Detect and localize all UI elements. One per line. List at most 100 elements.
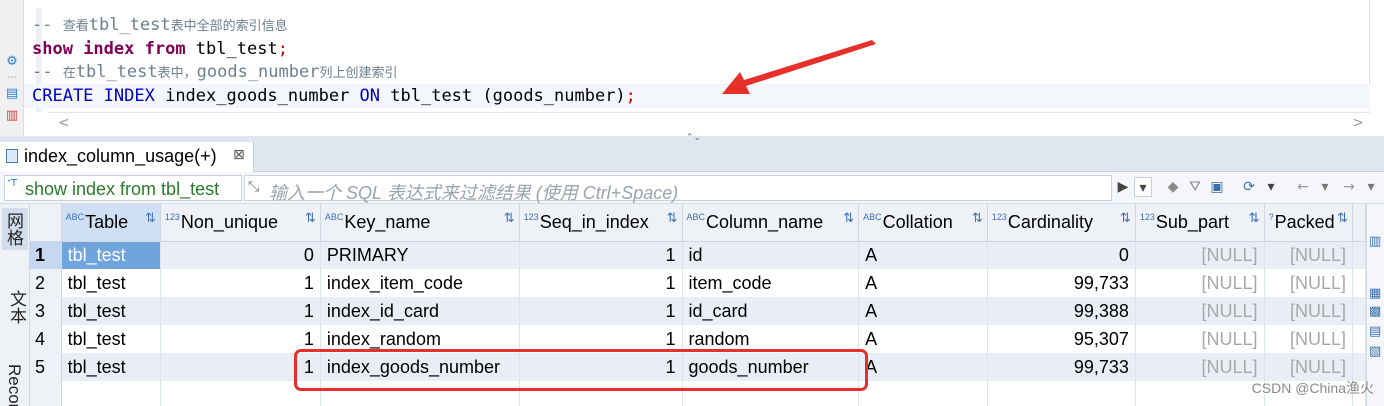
cell-sub-part[interactable]: [NULL] xyxy=(1135,353,1265,381)
cell-packed[interactable]: [NULL] xyxy=(1264,297,1354,325)
cell-table[interactable]: tbl_test xyxy=(61,353,161,381)
column-header-non-unique[interactable]: 123Non_unique ⇅ xyxy=(160,204,321,242)
tab-grid[interactable]: 网格 xyxy=(2,208,28,250)
table-row[interactable]: 3 tbl_test 1 index_id_card 1 id_card A 99,388 [N… xyxy=(30,297,1366,325)
table-row[interactable]: 5 tbl_test 1 index_goods_number 1 goods_numbe… xyxy=(30,353,1366,381)
filter-input[interactable]: ⤡ 输入一个 SQL 表达式来过滤结果 (使用 Ctrl+Space) xyxy=(244,175,1112,203)
row-number[interactable]: 2 xyxy=(30,269,62,297)
panel-value-icon[interactable]: ▤ xyxy=(1369,324,1381,339)
code-line-4[interactable]: CREATE INDEX index_goods_number ON tbl_t… xyxy=(32,85,636,109)
apply-filter-icon[interactable]: ▶ xyxy=(1114,177,1132,197)
row-number[interactable]: 1 xyxy=(30,241,62,269)
execute-script-icon[interactable]: ▤ xyxy=(4,86,20,102)
forward-icon[interactable]: → xyxy=(1340,177,1358,197)
column-header-packed[interactable]: ?Packed ⇅ xyxy=(1264,204,1354,242)
row-number[interactable]: 4 xyxy=(30,325,62,353)
filter-settings-icon[interactable]: ⛛ xyxy=(1186,177,1204,197)
cell-non-unique[interactable]: 1 xyxy=(160,325,321,353)
row-number[interactable]: 3 xyxy=(30,297,62,325)
column-header-table[interactable]: ABCTable ⇅ xyxy=(61,204,161,242)
save-filter-icon[interactable]: ▣ xyxy=(1208,177,1226,197)
scroll-right-icon[interactable]: > xyxy=(1352,115,1364,131)
scroll-left-icon[interactable]: < xyxy=(58,115,70,131)
row-number[interactable]: 5 xyxy=(30,353,62,381)
refresh-dropdown-icon[interactable]: ▾ xyxy=(1262,177,1280,197)
cell-table[interactable]: tbl_test xyxy=(61,297,161,325)
cell-key-name[interactable]: index_random xyxy=(320,325,520,353)
cell-key-name[interactable]: index_id_card xyxy=(320,297,520,325)
sort-filter-icon[interactable]: ⇅ xyxy=(1249,210,1260,226)
cell-column-name[interactable]: item_code xyxy=(682,269,860,297)
panel-toggle-icon[interactable]: ▥ xyxy=(1369,234,1381,249)
close-icon[interactable]: ⊠ xyxy=(233,147,245,163)
cell-key-name[interactable]: PRIMARY xyxy=(320,241,520,269)
cell-non-unique[interactable]: 1 xyxy=(160,269,321,297)
code-line-1[interactable]: -- 查看tbl_test表中全部的索引信息 xyxy=(32,14,636,38)
code-line-2[interactable]: show index from tbl_test; xyxy=(32,38,636,62)
cell-key-name[interactable]: index_item_code xyxy=(320,269,520,297)
cell-collation[interactable]: A xyxy=(858,325,988,353)
tab-record[interactable]: Record xyxy=(4,364,24,406)
panel-properties-icon[interactable]: ▧ xyxy=(1369,344,1381,359)
explain-plan-icon[interactable]: ▥ xyxy=(4,108,20,124)
sort-filter-icon[interactable]: ⇅ xyxy=(1120,210,1131,226)
cell-cardinality[interactable]: 95,307 xyxy=(987,325,1136,353)
cell-cardinality[interactable]: 99,388 xyxy=(987,297,1136,325)
cell-cardinality[interactable]: 0 xyxy=(987,241,1136,269)
sort-filter-icon[interactable]: ⇅ xyxy=(667,210,678,226)
cell-seq-in-index[interactable]: 1 xyxy=(519,269,683,297)
cell-key-name[interactable]: index_goods_number xyxy=(320,353,520,381)
cell-packed[interactable]: [NULL] xyxy=(1264,353,1354,381)
cell-table[interactable]: tbl_test xyxy=(61,241,161,269)
cell-collation[interactable]: A xyxy=(858,269,988,297)
cell-non-unique[interactable]: 0 xyxy=(160,241,321,269)
gear-icon[interactable]: ⚙ xyxy=(4,54,20,70)
cell-seq-in-index[interactable]: 1 xyxy=(519,297,683,325)
panel-grid-icon[interactable]: ▩ xyxy=(1369,304,1381,319)
forward-dropdown-icon[interactable]: ▾ xyxy=(1362,177,1380,197)
cell-table[interactable]: tbl_test xyxy=(61,325,161,353)
tab-index-column-usage[interactable]: index_column_usage(+) ⊠ xyxy=(0,142,254,172)
cell-sub-part[interactable]: [NULL] xyxy=(1135,297,1265,325)
erase-filter-icon[interactable]: ◆ xyxy=(1164,177,1182,197)
column-header-key-name[interactable]: ABCKey_name ⇅ xyxy=(320,204,520,242)
back-dropdown-icon[interactable]: ▾ xyxy=(1316,177,1334,197)
column-header-collation[interactable]: ABCCollation ⇅ xyxy=(858,204,988,242)
cell-collation[interactable]: A xyxy=(858,353,988,381)
cell-collation[interactable]: A xyxy=(858,297,988,325)
refresh-icon[interactable]: ⟳ xyxy=(1240,177,1258,197)
cell-collation[interactable]: A xyxy=(858,241,988,269)
cell-seq-in-index[interactable]: 1 xyxy=(519,241,683,269)
cell-packed[interactable]: [NULL] xyxy=(1264,241,1354,269)
sort-filter-icon[interactable]: ⇅ xyxy=(504,210,515,226)
column-header-cardinality[interactable]: 123Cardinality ⇅ xyxy=(987,204,1136,242)
query-text-box[interactable]: ᐩT show index from tbl_test xyxy=(4,175,242,201)
cell-non-unique[interactable]: 1 xyxy=(160,297,321,325)
sort-filter-icon[interactable]: ⇅ xyxy=(305,210,316,226)
column-header-sub-part[interactable]: 123Sub_part ⇅ xyxy=(1135,204,1265,242)
cell-column-name[interactable]: random xyxy=(682,325,860,353)
column-header-seq-in-index[interactable]: 123Seq_in_index ⇅ xyxy=(519,204,683,242)
editor-horizontal-scrollbar[interactable]: < > xyxy=(48,112,1370,134)
sort-filter-icon[interactable]: ⇅ xyxy=(1337,210,1348,226)
back-icon[interactable]: ← xyxy=(1294,177,1312,197)
cell-column-name[interactable]: goods_number xyxy=(682,353,860,381)
cell-non-unique[interactable]: 1 xyxy=(160,353,321,381)
sort-filter-icon[interactable]: ⇅ xyxy=(843,210,854,226)
cell-packed[interactable]: [NULL] xyxy=(1264,325,1354,353)
column-header-column-name[interactable]: ABCColumn_name ⇅ xyxy=(682,204,860,242)
results-grid[interactable]: ABCTable ⇅ 123Non_unique ⇅ ABCKey_name ⇅ 123Se… xyxy=(30,204,1366,406)
sql-code[interactable]: -- 查看tbl_test表中全部的索引信息 show index from tb… xyxy=(32,14,636,108)
sort-filter-icon[interactable]: ⇅ xyxy=(145,210,156,226)
cell-cardinality[interactable]: 99,733 xyxy=(987,353,1136,381)
sort-filter-icon[interactable]: ⇅ xyxy=(972,210,983,226)
cell-sub-part[interactable]: [NULL] xyxy=(1135,269,1265,297)
cell-column-name[interactable]: id xyxy=(682,241,860,269)
cell-packed[interactable]: [NULL] xyxy=(1264,269,1354,297)
filter-history-dropdown-icon[interactable]: ▾ xyxy=(1134,177,1152,197)
table-row[interactable]: 4 tbl_test 1 index_random 1 random A 95,307 [NUL… xyxy=(30,325,1366,353)
cell-seq-in-index[interactable]: 1 xyxy=(519,353,683,381)
cell-sub-part[interactable]: [NULL] xyxy=(1135,241,1265,269)
cell-cardinality[interactable]: 99,733 xyxy=(987,269,1136,297)
table-row[interactable]: 2 tbl_test 1 index_item_code 1 item_code A 99,7… xyxy=(30,269,1366,297)
